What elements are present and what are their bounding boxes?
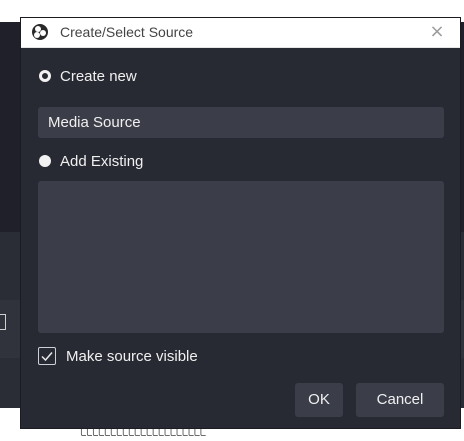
close-button[interactable]: ×: [425, 21, 449, 43]
background-timeline-ticks: ـاـاـاـاـاـاـاـاـاـاـاـاـاـاـاـاـاـاـاـا…: [80, 428, 206, 439]
dialog-titlebar: Create/Select Source ×: [21, 18, 460, 48]
make-source-visible-option[interactable]: Make source visible: [38, 345, 198, 367]
make-source-visible-checkbox[interactable]: [38, 347, 56, 365]
create-select-source-dialog: Create/Select Source × Create new Add Ex…: [21, 18, 460, 428]
source-name-input[interactable]: [38, 107, 444, 138]
ok-button[interactable]: OK: [295, 383, 343, 417]
dialog-title: Create/Select Source: [60, 24, 194, 40]
add-existing-radio[interactable]: [39, 155, 51, 167]
create-new-label: Create new: [60, 67, 137, 85]
existing-sources-list[interactable]: [38, 181, 444, 333]
add-existing-label: Add Existing: [60, 152, 144, 170]
create-new-radio-option[interactable]: Create new: [39, 66, 137, 86]
obs-logo-icon: [32, 24, 48, 40]
close-icon: ×: [429, 21, 445, 42]
background-checkbox-fragment: [0, 314, 6, 330]
make-source-visible-label: Make source visible: [66, 347, 198, 365]
add-existing-radio-option[interactable]: Add Existing: [39, 151, 143, 171]
checkmark-icon: [41, 352, 53, 362]
cancel-button[interactable]: Cancel: [356, 383, 444, 417]
create-new-radio[interactable]: [39, 70, 51, 82]
